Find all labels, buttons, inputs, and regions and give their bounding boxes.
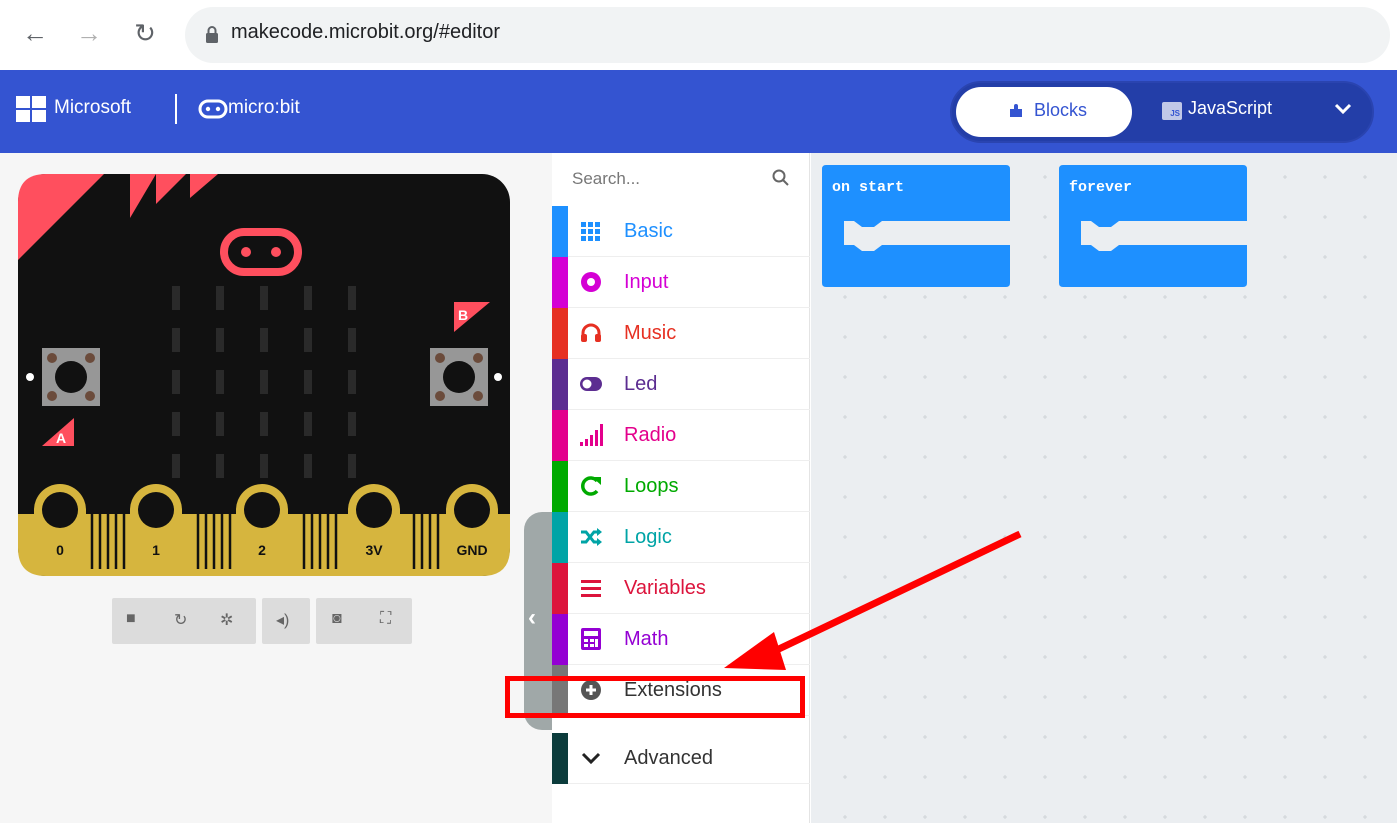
forever-label: forever [1069,179,1133,196]
microbit-simulator-board[interactable]: A B 0 1 2 3V GND [18,174,510,576]
category-label: Variables [624,577,706,599]
stop-icon[interactable]: ■ [126,610,136,628]
highlight-extensions-box [505,676,805,718]
toolbox-category-music[interactable]: Music [552,308,810,359]
category-label: Advanced [624,747,713,769]
toggle-icon [580,373,602,395]
fullscreen-icon[interactable]: ⛶ [380,610,391,628]
forward-arrow-icon[interactable]: → [74,16,104,50]
grid-icon [580,220,602,242]
category-label: Music [624,322,677,344]
category-label: Math [624,628,669,650]
category-color-bar [552,308,568,359]
microsoft-logo-icon [16,96,46,122]
category-label: Basic [624,220,673,242]
shuffle-icon [580,526,602,548]
loop-arrow-icon [580,475,602,497]
button-a-label: A [56,430,66,446]
puzzle-icon [1010,104,1022,117]
toolbox-category-basic[interactable]: Basic [552,206,810,257]
calculator-icon [580,628,602,650]
annotation-arrow [724,530,1022,670]
category-color-bar [552,206,568,257]
pin-label-2: 2 [258,542,266,558]
pin-label-3v: 3V [365,542,383,558]
microbit-brand[interactable]: micro:bit [228,97,300,119]
restart-icon[interactable]: ↻ [174,610,187,630]
category-label: Input [624,271,669,293]
category-color-bar [552,733,568,784]
circle-target-icon [580,271,602,293]
pin-label-0: 0 [56,542,64,558]
pin-label-1: 1 [152,542,160,558]
simulator-controls: ■ ↻ ✲ ◂) ◙ ⛶ [112,598,412,644]
url-text: makecode.microbit.org/#editor [231,21,501,43]
toolbox-category-radio[interactable]: Radio [552,410,810,461]
on-start-label: on start [832,179,905,196]
category-color-bar [552,563,568,614]
forever-block[interactable]: forever [1059,165,1247,294]
search-input[interactable]: Search... [572,169,640,189]
headphones-icon [580,322,602,344]
toolbox-category-led[interactable]: Led [552,359,810,410]
editor-switch: Blocks JS JavaScript [950,81,1374,143]
category-label: Led [624,373,658,395]
blocks-workspace[interactable]: on start forever [811,153,1397,823]
search-icon[interactable] [772,169,790,187]
reload-icon[interactable]: ↻ [130,16,160,50]
button-b-label: B [458,307,468,323]
brand-divider [175,94,177,124]
category-color-bar [552,614,568,665]
sim-control-group-capture [316,598,412,644]
category-color-bar [552,257,568,308]
category-label: Logic [624,526,672,548]
microsoft-brand[interactable]: Microsoft [54,97,131,119]
lock-icon [206,26,218,43]
tab-blocks[interactable]: Blocks [956,87,1132,137]
mute-speaker-icon[interactable]: ◂) [276,610,289,630]
category-label: Loops [624,475,679,497]
on-start-block[interactable]: on start [822,165,1010,294]
toolbox-search[interactable]: Search... [552,153,810,205]
category-color-bar [552,410,568,461]
pin-label-gnd: GND [456,542,487,558]
category-label: Radio [624,424,677,446]
chevron-down-icon[interactable] [1334,103,1352,115]
signal-bars-icon [580,424,603,446]
toolbox-category-input[interactable]: Input [552,257,810,308]
debug-bug-icon[interactable]: ✲ [220,610,233,630]
toolbox-category-advanced[interactable]: Advanced [552,733,810,784]
app-header: Microsoft micro:bit Blocks JS JavaScript [0,70,1397,153]
list-lines-icon [580,577,602,599]
js-file-icon: JS [1162,102,1182,120]
toolbox-category-loops[interactable]: Loops [552,461,810,512]
chevron-left-icon: ‹ [528,604,536,631]
tab-blocks-label: Blocks [1034,100,1088,120]
screenshot-camera-icon[interactable]: ◙ [332,610,342,628]
category-color-bar [552,359,568,410]
back-arrow-icon[interactable]: ← [20,16,50,50]
tab-javascript-label: JavaScript [1188,98,1273,118]
microbit-logo-icon [198,99,228,119]
address-bar[interactable]: makecode.microbit.org/#editor [185,7,1390,63]
category-color-bar [552,512,568,563]
category-color-bar [552,461,568,512]
chevron-down-icon [580,747,602,769]
browser-toolbar: ← → ↻ makecode.microbit.org/#editor [0,0,1397,70]
